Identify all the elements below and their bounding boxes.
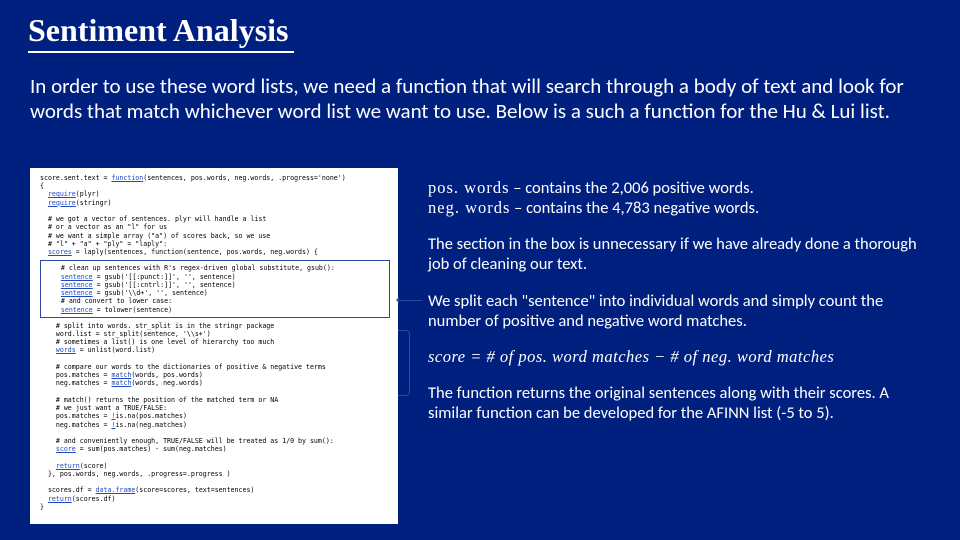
annotation-column: pos. words – contains the 2,006 positive… (428, 178, 936, 439)
negwords-label: neg. words (428, 198, 510, 217)
split-explanation: We split each "sentence" into individual… (428, 291, 936, 331)
score-formula: score = # of pos. word matches − # of ne… (428, 347, 936, 367)
wordlist-counts: pos. words – contains the 2,006 positive… (428, 178, 936, 218)
slide-intro-text: In order to use these word lists, we nee… (30, 74, 930, 124)
brace-annotation (398, 330, 410, 396)
final-explanation: The function returns the original senten… (428, 383, 936, 423)
code-screenshot: score.sent.text = function(sentences, po… (30, 168, 398, 524)
slide-title: Sentiment Analysis (28, 12, 294, 53)
code-block: score.sent.text = function(sentences, po… (40, 174, 390, 256)
box-explanation: The section in the box is unnecessary if… (428, 234, 936, 274)
poswords-label: pos. words (428, 178, 510, 197)
negwords-text: – contains the 4,783 negative words. (510, 198, 759, 218)
poswords-text: – contains the 2,006 positive words. (510, 178, 754, 198)
highlighted-code-box: # clean up sentences with R's regex-driv… (40, 260, 390, 317)
arrow-annotation (398, 300, 422, 301)
